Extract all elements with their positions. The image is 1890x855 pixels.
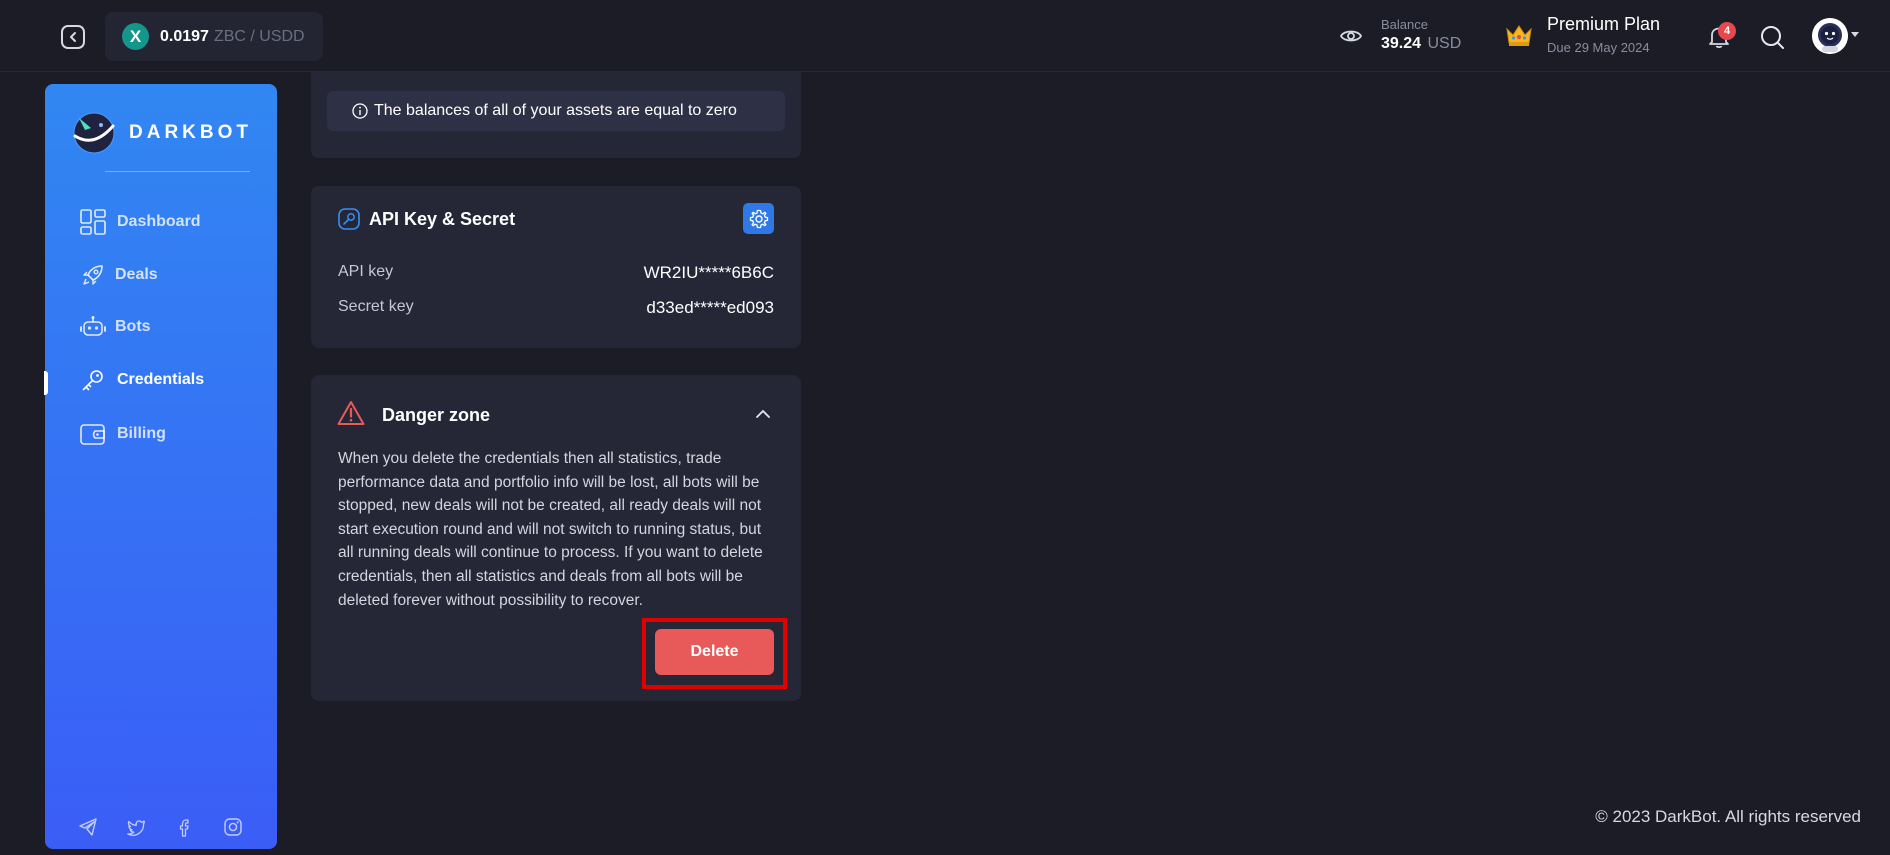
plan-name: Premium Plan (1547, 14, 1661, 34)
robot-icon (80, 314, 106, 340)
facebook-icon[interactable] (174, 817, 194, 837)
danger-zone-title: Danger zone (382, 405, 491, 425)
key-badge-icon (338, 208, 360, 230)
secret-key-label: Secret key (338, 298, 414, 315)
secret-key-row: Secret key d33ed*****ed093 (338, 298, 774, 318)
sidebar-item-label: Credentials (117, 371, 205, 388)
api-key-value: WR2IU*****6B6C (643, 263, 774, 282)
api-key-label: API key (338, 263, 394, 280)
balance-currency: USD (1427, 35, 1462, 52)
sidebar-item-label: Dashboard (117, 213, 201, 230)
sidebar-item-dashboard[interactable]: Dashboard (45, 202, 277, 242)
api-key-row: API key WR2IU*****6B6C (338, 263, 774, 283)
assets-card: The balances of all of your assets are e… (311, 72, 801, 158)
search-icon[interactable] (1759, 24, 1785, 50)
plan-info[interactable]: Premium Plan Due 29 May 2024 (1547, 14, 1660, 55)
telegram-icon[interactable] (78, 817, 98, 837)
sidebar-divider (105, 171, 250, 172)
astronaut-avatar-icon (1812, 18, 1848, 54)
dashboard-icon (80, 209, 106, 235)
brand-logo[interactable]: DARKBOT (71, 110, 252, 156)
avatar[interactable] (1812, 18, 1848, 54)
danger-zone-description: When you delete the credentials then all… (338, 450, 763, 609)
assets-info-banner: The balances of all of your assets are e… (327, 91, 785, 131)
crown-icon (1506, 25, 1532, 46)
info-icon (352, 103, 368, 119)
planet-logo-icon (73, 112, 115, 154)
api-credentials-card: API Key & Secret API key WR2IU*****6B6C … (311, 186, 801, 348)
sidebar-item-deals[interactable]: Deals (45, 255, 277, 295)
balance-amount: 39.24 (1381, 35, 1422, 52)
delete-credentials-button[interactable]: Delete (655, 629, 774, 675)
brand-name: DARKBOT (129, 122, 252, 143)
secret-key-value: d33ed*****ed093 (646, 298, 774, 317)
ticker-widget[interactable]: X 0.0197 ZBC / USDD (105, 12, 323, 61)
sidebar: DARKBOT Dashboard Deals Bots Credentials… (44, 84, 277, 849)
ticker-price: 0.0197 (160, 27, 209, 45)
caret-down-icon[interactable] (1851, 32, 1859, 37)
eye-icon[interactable] (1339, 26, 1363, 46)
ticker-pair: ZBC / USDD (213, 27, 305, 45)
chevron-up-icon[interactable] (755, 406, 771, 422)
key-icon (80, 367, 106, 393)
top-bar: X 0.0197 ZBC / USDD Balance 39.24 USD Pr… (0, 0, 1890, 72)
assets-notice-text: The balances of all of your assets are e… (374, 102, 737, 119)
footer-copyright: © 2023 DarkBot. All rights reserved (1595, 807, 1861, 826)
sidebar-item-label: Deals (115, 266, 158, 283)
sidebar-item-billing[interactable]: Billing (45, 414, 277, 454)
chevron-left-icon (70, 32, 76, 42)
balance-display: Balance 39.24 USD (1381, 17, 1461, 53)
active-indicator (44, 371, 48, 395)
danger-zone-card: Danger zone When you delete the credenti… (311, 375, 801, 701)
instagram-icon[interactable] (223, 817, 243, 837)
gear-icon (749, 209, 768, 228)
sidebar-item-bots[interactable]: Bots (45, 307, 277, 347)
api-settings-button[interactable] (743, 203, 774, 234)
notification-badge: 4 (1718, 22, 1736, 40)
plan-due-date: Due 29 May 2024 (1547, 40, 1650, 55)
balance-label: Balance (1381, 17, 1428, 32)
collapse-sidebar-button[interactable] (61, 25, 85, 49)
twitter-icon[interactable] (126, 817, 146, 837)
warning-icon (337, 401, 365, 425)
wallet-icon (80, 421, 106, 447)
zbc-coin-icon: X (122, 23, 149, 50)
rocket-icon (80, 262, 106, 288)
sidebar-item-label: Bots (115, 318, 151, 335)
balance-value: 39.24 USD (1381, 35, 1461, 53)
sidebar-item-credentials[interactable]: Credentials (44, 360, 277, 400)
sidebar-item-label: Billing (117, 425, 166, 442)
api-card-title: API Key & Secret (369, 209, 516, 229)
